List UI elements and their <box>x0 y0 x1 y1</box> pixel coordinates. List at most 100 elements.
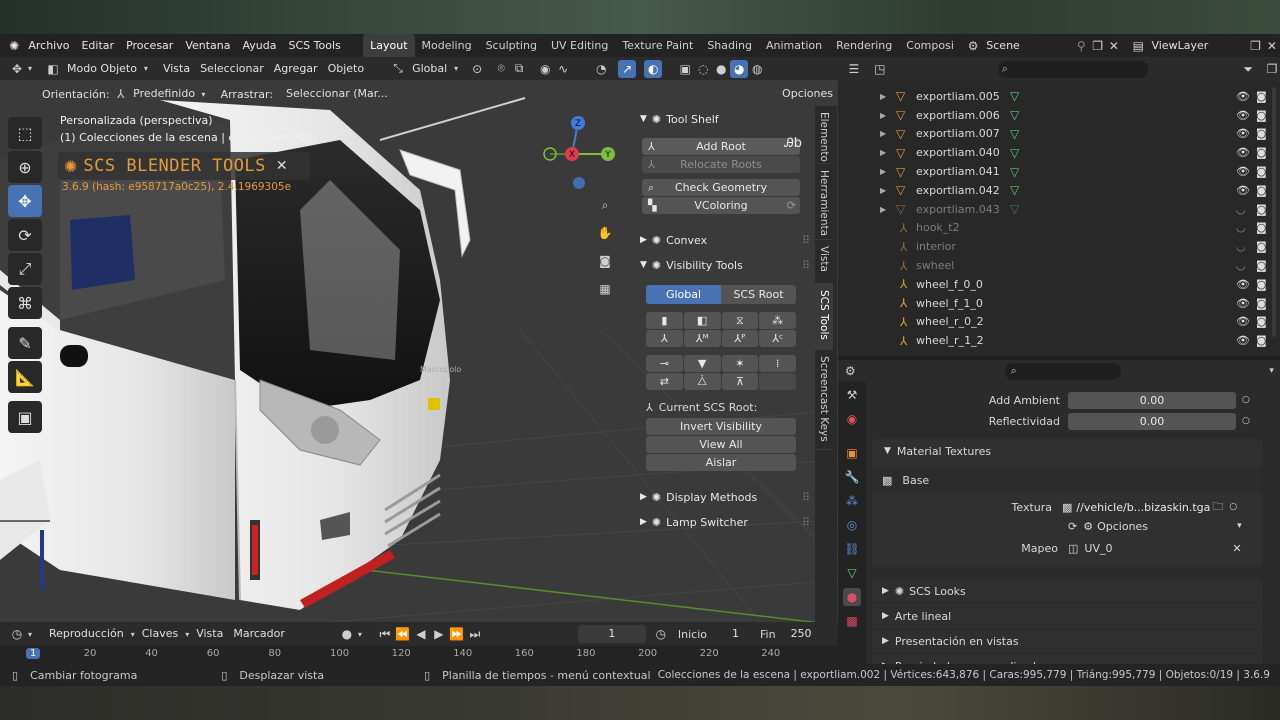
measure-icon[interactable]: 📐 <box>8 361 42 393</box>
show-nav-icon[interactable]: ⇄ <box>646 373 683 390</box>
font-icon[interactable]: Ꭿb <box>784 136 802 151</box>
new-viewlayer-icon[interactable]: ❐ <box>1247 37 1263 55</box>
check-geometry-button[interactable]: ⌕ Check Geometry <box>642 179 800 196</box>
outliner-row[interactable]: ⅄ wheel_r_0_2 👁 ◙ <box>838 313 1280 332</box>
visibility-eye-icon[interactable]: 👁 <box>1236 334 1250 347</box>
display-mode-icon[interactable]: ◳ <box>872 60 888 78</box>
current-frame-field[interactable]: 1 <box>577 625 646 643</box>
pan-hand-icon[interactable]: ✋ <box>594 222 616 244</box>
render-camera-icon[interactable]: ◙ <box>1256 221 1267 234</box>
show-trim-icon[interactable]: ⧖ <box>721 312 759 329</box>
section-presentacion[interactable]: ▶ Presentación en vistas <box>872 629 1262 653</box>
rotate-icon[interactable]: ⟳ <box>8 219 42 251</box>
keyframe-dot-icon[interactable]: ○ <box>1242 416 1250 426</box>
properties-search-input[interactable]: ⌕ <box>1004 362 1122 380</box>
outliner-row[interactable]: ▶ ▽ exportliam.005 ▽ 👁 ◙ <box>838 87 1280 106</box>
mapping-value[interactable]: UV_0 <box>1084 542 1224 555</box>
object-tab-icon[interactable]: ▣ <box>843 444 861 462</box>
show-line-icon[interactable]: ⊸ <box>646 355 683 372</box>
tab-animation[interactable]: Animation <box>759 34 829 57</box>
render-camera-icon[interactable]: ◙ <box>1256 146 1267 159</box>
orientation-selector[interactable]: Predefinido <box>128 85 200 103</box>
camera-icon[interactable]: ◙ <box>594 250 616 272</box>
visibility-eye-icon[interactable]: ◡ <box>1236 240 1246 253</box>
prev-keyframe-icon[interactable]: ⏪ <box>394 625 412 643</box>
show-locator-icon[interactable]: ⅄ <box>646 330 683 347</box>
render-camera-icon[interactable]: ◙ <box>1256 165 1267 178</box>
viewlayer-selector[interactable]: ViewLayer <box>1146 37 1247 55</box>
proportional-edit-icon[interactable]: ◉ <box>536 60 554 78</box>
filter-icon[interactable]: ⏷ <box>1240 60 1256 78</box>
texture-tab-icon[interactable]: ▩ <box>843 612 861 630</box>
outliner-row[interactable]: ▶ ▽ exportliam.007 ▽ 👁 ◙ <box>838 125 1280 144</box>
expand-arrow-icon[interactable]: ▶ <box>880 186 886 195</box>
select-box-icon[interactable]: ⬚ <box>8 117 42 149</box>
show-cone-icon[interactable]: ▼ <box>683 355 721 372</box>
texture-options-dropdown[interactable]: Opciones <box>1097 520 1237 533</box>
annotate-icon[interactable]: ✎ <box>8 327 42 359</box>
drag-handle-icon[interactable]: ⠿ <box>802 234 810 247</box>
tab-elemento[interactable]: Elemento <box>815 106 833 164</box>
menu-archivo[interactable]: Archivo <box>22 39 75 52</box>
scale-icon[interactable]: ⤢ <box>8 253 42 285</box>
menu-ayuda[interactable]: Ayuda <box>237 39 283 52</box>
outliner-row[interactable]: ▶ ▽ exportliam.041 ▽ 👁 ◙ <box>838 162 1280 181</box>
outliner-scrollbar[interactable] <box>1272 87 1276 337</box>
show-spawn-icon[interactable]: ⊼ <box>721 373 759 390</box>
snap-icon[interactable]: ⌾ <box>492 60 510 78</box>
clock-icon[interactable]: ◷ <box>652 625 670 643</box>
end-frame-value[interactable]: 250 <box>786 625 817 643</box>
isolate-button[interactable]: Aislar <box>646 454 796 471</box>
render-camera-icon[interactable]: ◙ <box>1256 334 1267 347</box>
outliner-row[interactable]: ⅄ swheel ◡ ◙ <box>838 256 1280 275</box>
pivot-icon[interactable]: ⊙ <box>468 60 486 78</box>
add-cube-icon[interactable]: ▣ <box>8 401 42 433</box>
refresh-icon[interactable]: ⟳ <box>1068 520 1077 533</box>
delete-scene-icon[interactable]: ✕ <box>1106 37 1122 55</box>
menu-claves[interactable]: Claves <box>137 625 184 643</box>
keyframe-dot-icon[interactable]: ○ <box>1242 395 1250 405</box>
clear-icon[interactable]: ✕ <box>1232 542 1241 555</box>
tab-texture-paint[interactable]: Texture Paint <box>615 34 700 57</box>
visibility-eye-icon[interactable]: 👁 <box>1236 184 1250 197</box>
expand-arrow-icon[interactable]: ▶ <box>880 205 886 214</box>
tab-scs-tools[interactable]: SCS Tools <box>815 284 833 350</box>
tab-layout[interactable]: Layout <box>363 34 415 57</box>
render-camera-icon[interactable]: ◙ <box>1256 297 1267 310</box>
material-shading-icon[interactable]: ◕ <box>730 59 749 78</box>
show-pill-icon[interactable]: ⁞ <box>759 355 796 372</box>
relocate-roots-button[interactable]: ⅄ Relocate Roots <box>642 156 800 173</box>
outliner-row[interactable]: ▶ ▽ exportliam.040 ▽ 👁 ◙ <box>838 143 1280 162</box>
expand-arrow-icon[interactable]: ▶ <box>880 148 886 157</box>
render-camera-icon[interactable]: ◙ <box>1256 184 1267 197</box>
tab-sculpting[interactable]: Sculpting <box>479 34 544 57</box>
tab-herramienta[interactable]: Herramienta <box>815 164 833 240</box>
tab-vista[interactable]: Vista <box>815 240 833 284</box>
expand-arrow-icon[interactable]: ▶ <box>880 167 886 176</box>
add-ambient-field[interactable]: 0.00 <box>1068 391 1236 409</box>
outliner-row[interactable]: ⅄ wheel_f_0_0 👁 ◙ <box>838 275 1280 294</box>
outliner-row[interactable]: ⅄ wheel_r_1_2 👁 ◙ <box>838 331 1280 350</box>
new-scene-icon[interactable]: ❐ <box>1089 37 1105 55</box>
outliner-row[interactable]: ▶ ▽ exportliam.006 ▽ 👁 ◙ <box>838 106 1280 125</box>
render-camera-icon[interactable]: ◙ <box>1256 240 1267 253</box>
play-icon[interactable]: ▶ <box>430 625 448 643</box>
pin-icon[interactable]: ⚲ <box>1073 37 1089 55</box>
render-camera-icon[interactable]: ◙ <box>1256 109 1267 122</box>
render-camera-icon[interactable]: ◙ <box>1256 90 1267 103</box>
transform-icon[interactable]: ⌘ <box>8 287 42 319</box>
physics-tab-icon[interactable]: ◎ <box>843 516 861 534</box>
visibility-eye-icon[interactable]: ◡ <box>1236 203 1246 216</box>
texture-path[interactable]: //vehicle/b...bizaskin.tga <box>1076 501 1210 514</box>
options-button[interactable]: Opciones <box>777 85 838 103</box>
tab-rendering[interactable]: Rendering <box>829 34 899 57</box>
visibility-eye-icon[interactable]: 👁 <box>1236 127 1250 140</box>
wireframe-shading-icon[interactable]: ◌ <box>694 60 712 78</box>
invert-visibility-button[interactable]: Invert Visibility <box>646 418 796 435</box>
chevron-down-icon[interactable]: ▾ <box>1263 362 1280 380</box>
render-tab-icon[interactable]: ◉ <box>843 410 861 428</box>
render-camera-icon[interactable]: ◙ <box>1256 203 1267 216</box>
render-camera-icon[interactable]: ◙ <box>1256 315 1267 328</box>
tool-tab-icon[interactable]: ⚒ <box>843 386 861 404</box>
delete-viewlayer-icon[interactable]: ✕ <box>1264 37 1280 55</box>
